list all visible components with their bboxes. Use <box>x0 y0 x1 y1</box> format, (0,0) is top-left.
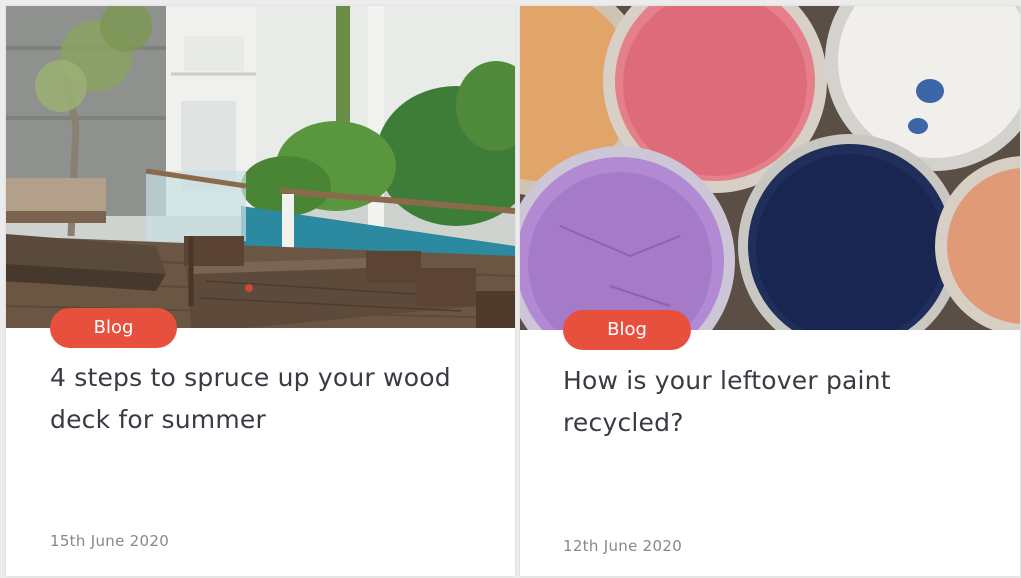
card-image-deck[interactable] <box>6 6 515 328</box>
category-badge[interactable]: Blog <box>563 310 691 350</box>
blog-card[interactable]: Blog How is your leftover paint recycled… <box>520 6 1020 576</box>
blog-card[interactable]: Blog 4 steps to spruce up your wood deck… <box>6 6 515 576</box>
article-title[interactable]: 4 steps to spruce up your wood deck for … <box>50 357 470 441</box>
category-badge[interactable]: Blog <box>50 308 177 348</box>
article-title[interactable]: How is your leftover paint recycled? <box>563 360 983 444</box>
blog-card-list: Blog 4 steps to spruce up your wood deck… <box>0 0 1021 578</box>
publish-date: 12th June 2020 <box>563 537 683 555</box>
publish-date: 15th June 2020 <box>50 532 170 550</box>
card-image-paint[interactable] <box>520 6 1020 330</box>
